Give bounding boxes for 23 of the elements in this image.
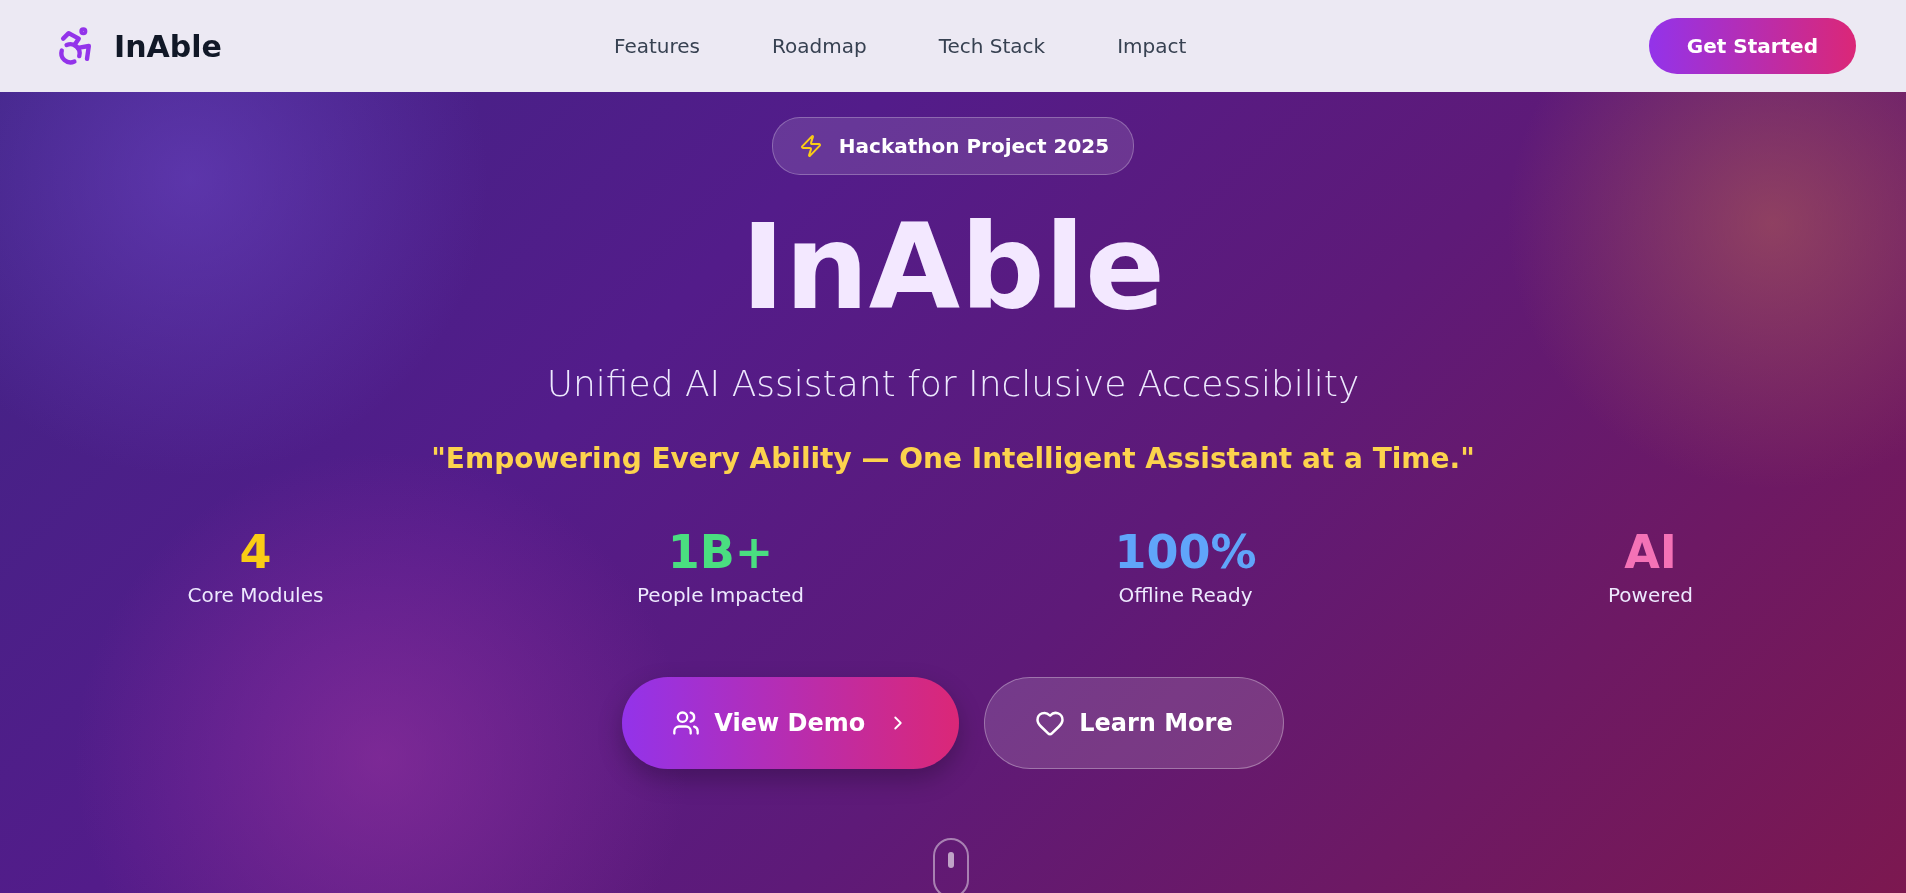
hero-subtitle: Unified AI Assistant for Inclusive Accessibility	[546, 363, 1360, 404]
tagline: "Empowering Every Ability — One Intelligent Assistant at a Time."	[431, 442, 1475, 475]
stat-label: Core Modules	[187, 583, 324, 607]
lightning-icon	[798, 134, 823, 158]
scroll-mouse-icon	[933, 838, 969, 893]
stat-value: 1B+	[667, 525, 774, 579]
stat-value: 100%	[1114, 525, 1257, 579]
stat-value: 4	[239, 525, 272, 579]
hero-title: InAble	[740, 197, 1166, 337]
stat-label: Offline Ready	[1118, 583, 1253, 607]
learn-more-button[interactable]: Learn More	[984, 677, 1284, 769]
stat-value: AI	[1624, 525, 1677, 579]
view-demo-button[interactable]: View Demo	[622, 677, 960, 769]
brand-name: InAble	[114, 28, 222, 64]
nav-link[interactable]: Impact	[1117, 34, 1187, 58]
stat-label: Powered	[1608, 583, 1693, 607]
nav-link[interactable]: Features	[614, 34, 700, 58]
get-started-button[interactable]: Get Started	[1648, 18, 1856, 74]
stat-label: People Impacted	[637, 583, 804, 607]
users-icon	[672, 709, 701, 737]
nav-link[interactable]: Roadmap	[772, 34, 867, 58]
nav-link[interactable]: Tech Stack	[938, 34, 1046, 58]
badge-text: Hackathon Project 2025	[838, 134, 1110, 158]
